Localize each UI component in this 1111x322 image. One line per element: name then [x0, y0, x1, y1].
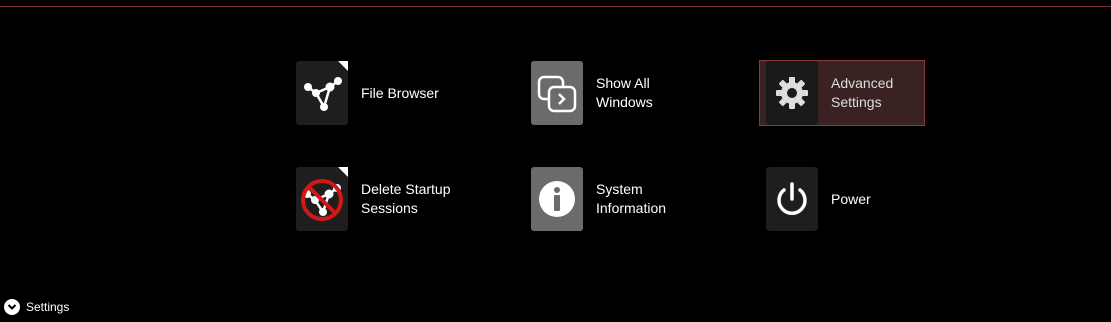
info-icon: [531, 167, 583, 231]
system-information-button[interactable]: System Information: [524, 166, 690, 232]
gear-icon: [766, 61, 818, 125]
settings-toggle[interactable]: Settings: [4, 299, 69, 315]
settings-label: Settings: [26, 300, 70, 314]
chevron-down-icon: [4, 299, 20, 315]
advanced-settings-button[interactable]: Advanced Settings: [759, 60, 925, 126]
power-icon: [766, 167, 818, 231]
power-label: Power: [831, 190, 871, 207]
file-browser-label: File Browser: [361, 84, 439, 101]
windows-icon: [531, 61, 583, 125]
show-all-windows-button[interactable]: Show All Windows: [524, 60, 690, 126]
top-divider: [0, 6, 1111, 7]
file-browser-button[interactable]: File Browser: [289, 60, 455, 126]
power-button[interactable]: Power: [759, 166, 925, 232]
delete-sessions-icon: [296, 167, 348, 231]
show-all-windows-label: Show All Windows: [596, 75, 653, 110]
advanced-settings-label: Advanced Settings: [831, 75, 894, 110]
system-information-label: System Information: [596, 181, 667, 216]
delete-startup-sessions-button[interactable]: Delete Startup Sessions: [289, 166, 455, 232]
file-browser-icon: [296, 61, 348, 125]
delete-startup-sessions-label: Delete Startup Sessions: [361, 181, 451, 216]
